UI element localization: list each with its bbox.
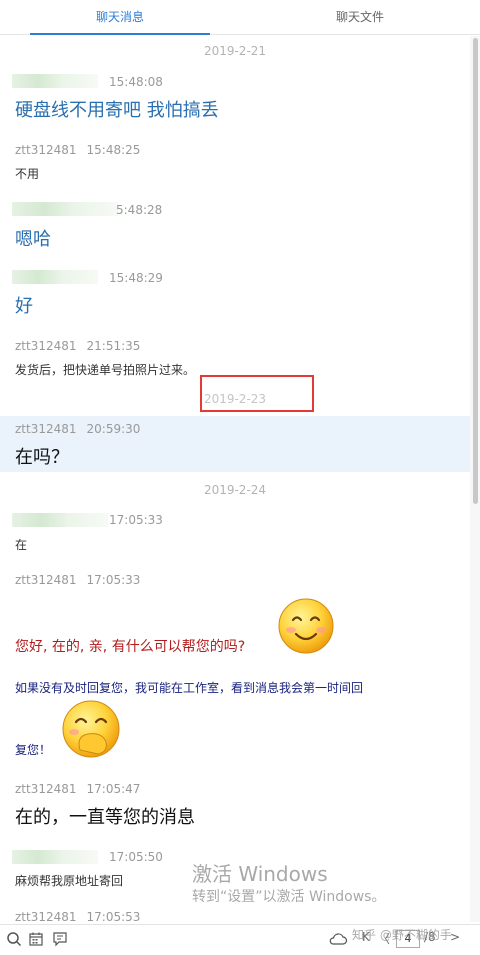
message-time: 15:48:29	[109, 271, 163, 285]
cloud-icon[interactable]	[328, 931, 348, 947]
message-time: 15:48:08	[109, 75, 163, 89]
message-text: 硬盘线不用寄吧 我怕搞丢	[15, 100, 219, 121]
message-text: 在	[15, 538, 28, 552]
blurred-sender-name	[12, 74, 98, 88]
sender-name: ztt312481	[15, 782, 77, 796]
active-tab-indicator	[30, 33, 210, 35]
message-text: 好	[15, 296, 33, 317]
message-time: 21:51:35	[86, 339, 141, 353]
tab-chat-messages-label: 聊天消息	[95, 10, 144, 24]
message-time: 5:48:28	[116, 203, 163, 217]
scrollbar-thumb[interactable]	[473, 38, 478, 504]
blurred-sender-name	[12, 202, 118, 216]
message-time: 20:59:30	[86, 422, 141, 436]
message-header: ztt312481 15:48:25	[15, 143, 140, 157]
message-text: 您好, 在的, 亲, 有什么可以帮您的吗?	[15, 639, 246, 655]
blurred-sender-name	[12, 270, 98, 284]
sender-name: ztt312481	[15, 910, 77, 924]
message-text: 复您！	[15, 743, 52, 757]
tab-bar: 聊天消息 聊天文件	[0, 0, 480, 35]
message-header: ztt312481 17:05:53	[15, 910, 140, 924]
tab-chat-files-label: 聊天文件	[335, 10, 384, 24]
message-time: 15:48:25	[86, 143, 141, 157]
sender-name: ztt312481	[15, 143, 77, 157]
windows-activation-watermark-text: 转到“设置”以激活 Windows。	[192, 889, 386, 905]
message-time: 17:05:33	[109, 513, 163, 527]
message-text: 在的，一直等您的消息	[15, 807, 195, 828]
message-time: 17:05:50	[109, 850, 163, 864]
chat-record-icon[interactable]	[52, 931, 68, 947]
message-text: 发货后，把快递单号拍照片过来。	[15, 363, 196, 377]
blurred-sender-name	[12, 850, 98, 864]
sender-name: ztt312481	[15, 339, 77, 353]
covering-mouth-emoji-icon	[62, 700, 120, 758]
tab-chat-files[interactable]: 聊天文件	[270, 0, 450, 34]
date-separator: 2019-2-21	[203, 44, 267, 58]
message-text: 麻烦帮我原地址寄回	[15, 874, 124, 888]
search-icon[interactable]	[6, 931, 22, 947]
source-credit: 知乎 @野不糊的手	[352, 928, 452, 942]
message-text: 不用	[15, 167, 40, 181]
smiling-face-emoji-icon	[278, 598, 334, 654]
tab-chat-messages[interactable]: 聊天消息	[30, 0, 210, 35]
message-header: ztt312481 17:05:47	[15, 782, 140, 796]
windows-activation-watermark-title: 激活 Windows	[192, 862, 328, 886]
message-header: ztt312481 21:51:35	[15, 339, 140, 353]
sender-name: ztt312481	[15, 422, 77, 436]
message-text: 如果没有及时回复您，我可能在工作室，看到消息我会第一时间回	[15, 681, 364, 695]
message-time: 17:05:33	[86, 573, 141, 587]
message-text: 在吗？	[15, 447, 69, 468]
message-header: ztt312481 17:05:33	[15, 573, 140, 587]
calendar-icon[interactable]	[28, 931, 44, 947]
message-header: ztt312481 20:59:30	[15, 422, 140, 436]
message-text: 嗯哈	[15, 229, 51, 250]
blurred-sender-name	[12, 513, 108, 527]
message-time: 17:05:53	[86, 910, 141, 924]
annotation-highlight-box	[200, 375, 314, 412]
message-time: 17:05:47	[86, 782, 141, 796]
sender-name: ztt312481	[15, 573, 77, 587]
date-separator: 2019-2-24	[203, 483, 267, 497]
